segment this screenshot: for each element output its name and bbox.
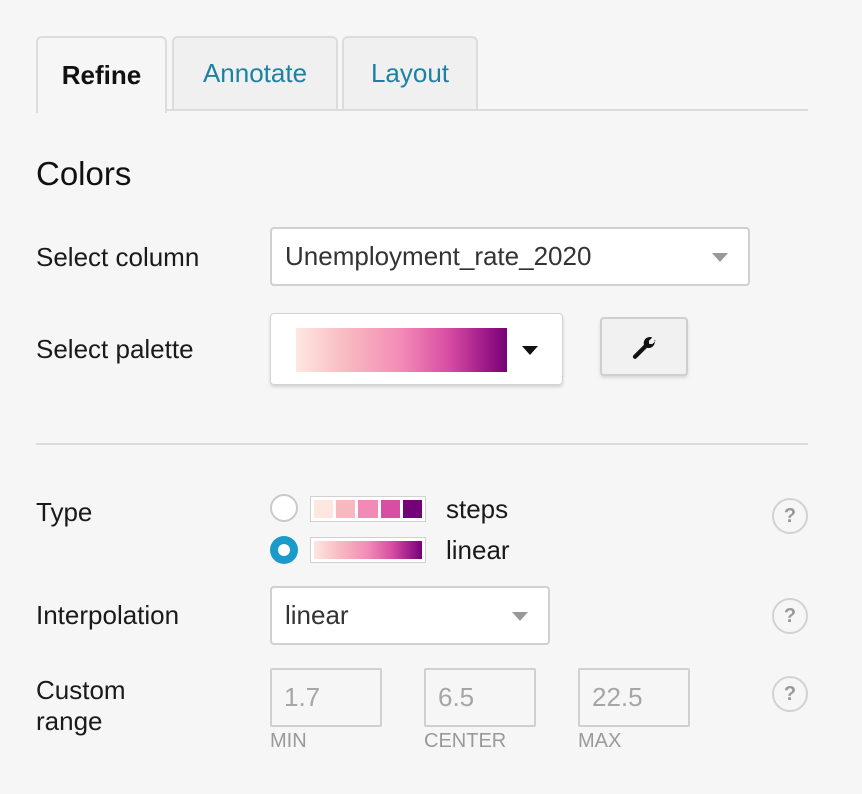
interpolation-select-value: linear (285, 600, 349, 630)
type-help-icon[interactable]: ? (772, 498, 808, 534)
range-max-caption: MAX (578, 730, 622, 752)
caret-down-icon (522, 346, 538, 355)
range-max-input[interactable] (578, 668, 690, 727)
chevron-down-icon (512, 611, 528, 621)
wrench-icon (632, 336, 656, 359)
type-steps-radio[interactable] (270, 494, 298, 522)
palette-dropdown[interactable] (270, 313, 563, 385)
select-column-label: Select column (36, 242, 200, 272)
custom-range-label-line1: Custom (36, 675, 126, 705)
range-center-caption: CENTER (424, 730, 507, 752)
linear-swatch (310, 537, 426, 563)
chevron-down-icon (712, 252, 728, 262)
custom-range-help-icon[interactable]: ? (772, 676, 808, 712)
palette-gradient-preview (296, 328, 507, 372)
type-linear-radio[interactable] (270, 536, 298, 564)
tab-layout[interactable]: Layout (342, 36, 478, 109)
interpolation-help-icon[interactable]: ? (772, 598, 808, 634)
steps-swatch (310, 496, 426, 522)
tab-bar: Refine Annotate Layout (36, 36, 808, 113)
range-min-input[interactable] (270, 668, 382, 727)
range-min-caption: MIN (270, 730, 307, 752)
colors-section-title: Colors (36, 155, 132, 192)
tab-refine[interactable]: Refine (36, 36, 167, 113)
column-select-value: Unemployment_rate_2020 (285, 241, 592, 271)
range-center-input[interactable] (424, 668, 536, 727)
tab-annotate[interactable]: Annotate (172, 36, 338, 109)
type-linear-label: linear (446, 535, 510, 565)
select-palette-label: Select palette (36, 334, 194, 364)
column-select[interactable]: Unemployment_rate_2020 (270, 227, 750, 286)
interpolation-select[interactable]: linear (270, 586, 550, 645)
section-divider (36, 443, 808, 445)
palette-settings-button[interactable] (600, 317, 688, 376)
interpolation-label: Interpolation (36, 600, 180, 630)
refine-panel: Refine Annotate Layout Colors Select col… (0, 0, 862, 794)
type-label: Type (36, 497, 93, 527)
custom-range-label-line2: range (36, 706, 103, 736)
type-steps-label: steps (446, 494, 509, 524)
